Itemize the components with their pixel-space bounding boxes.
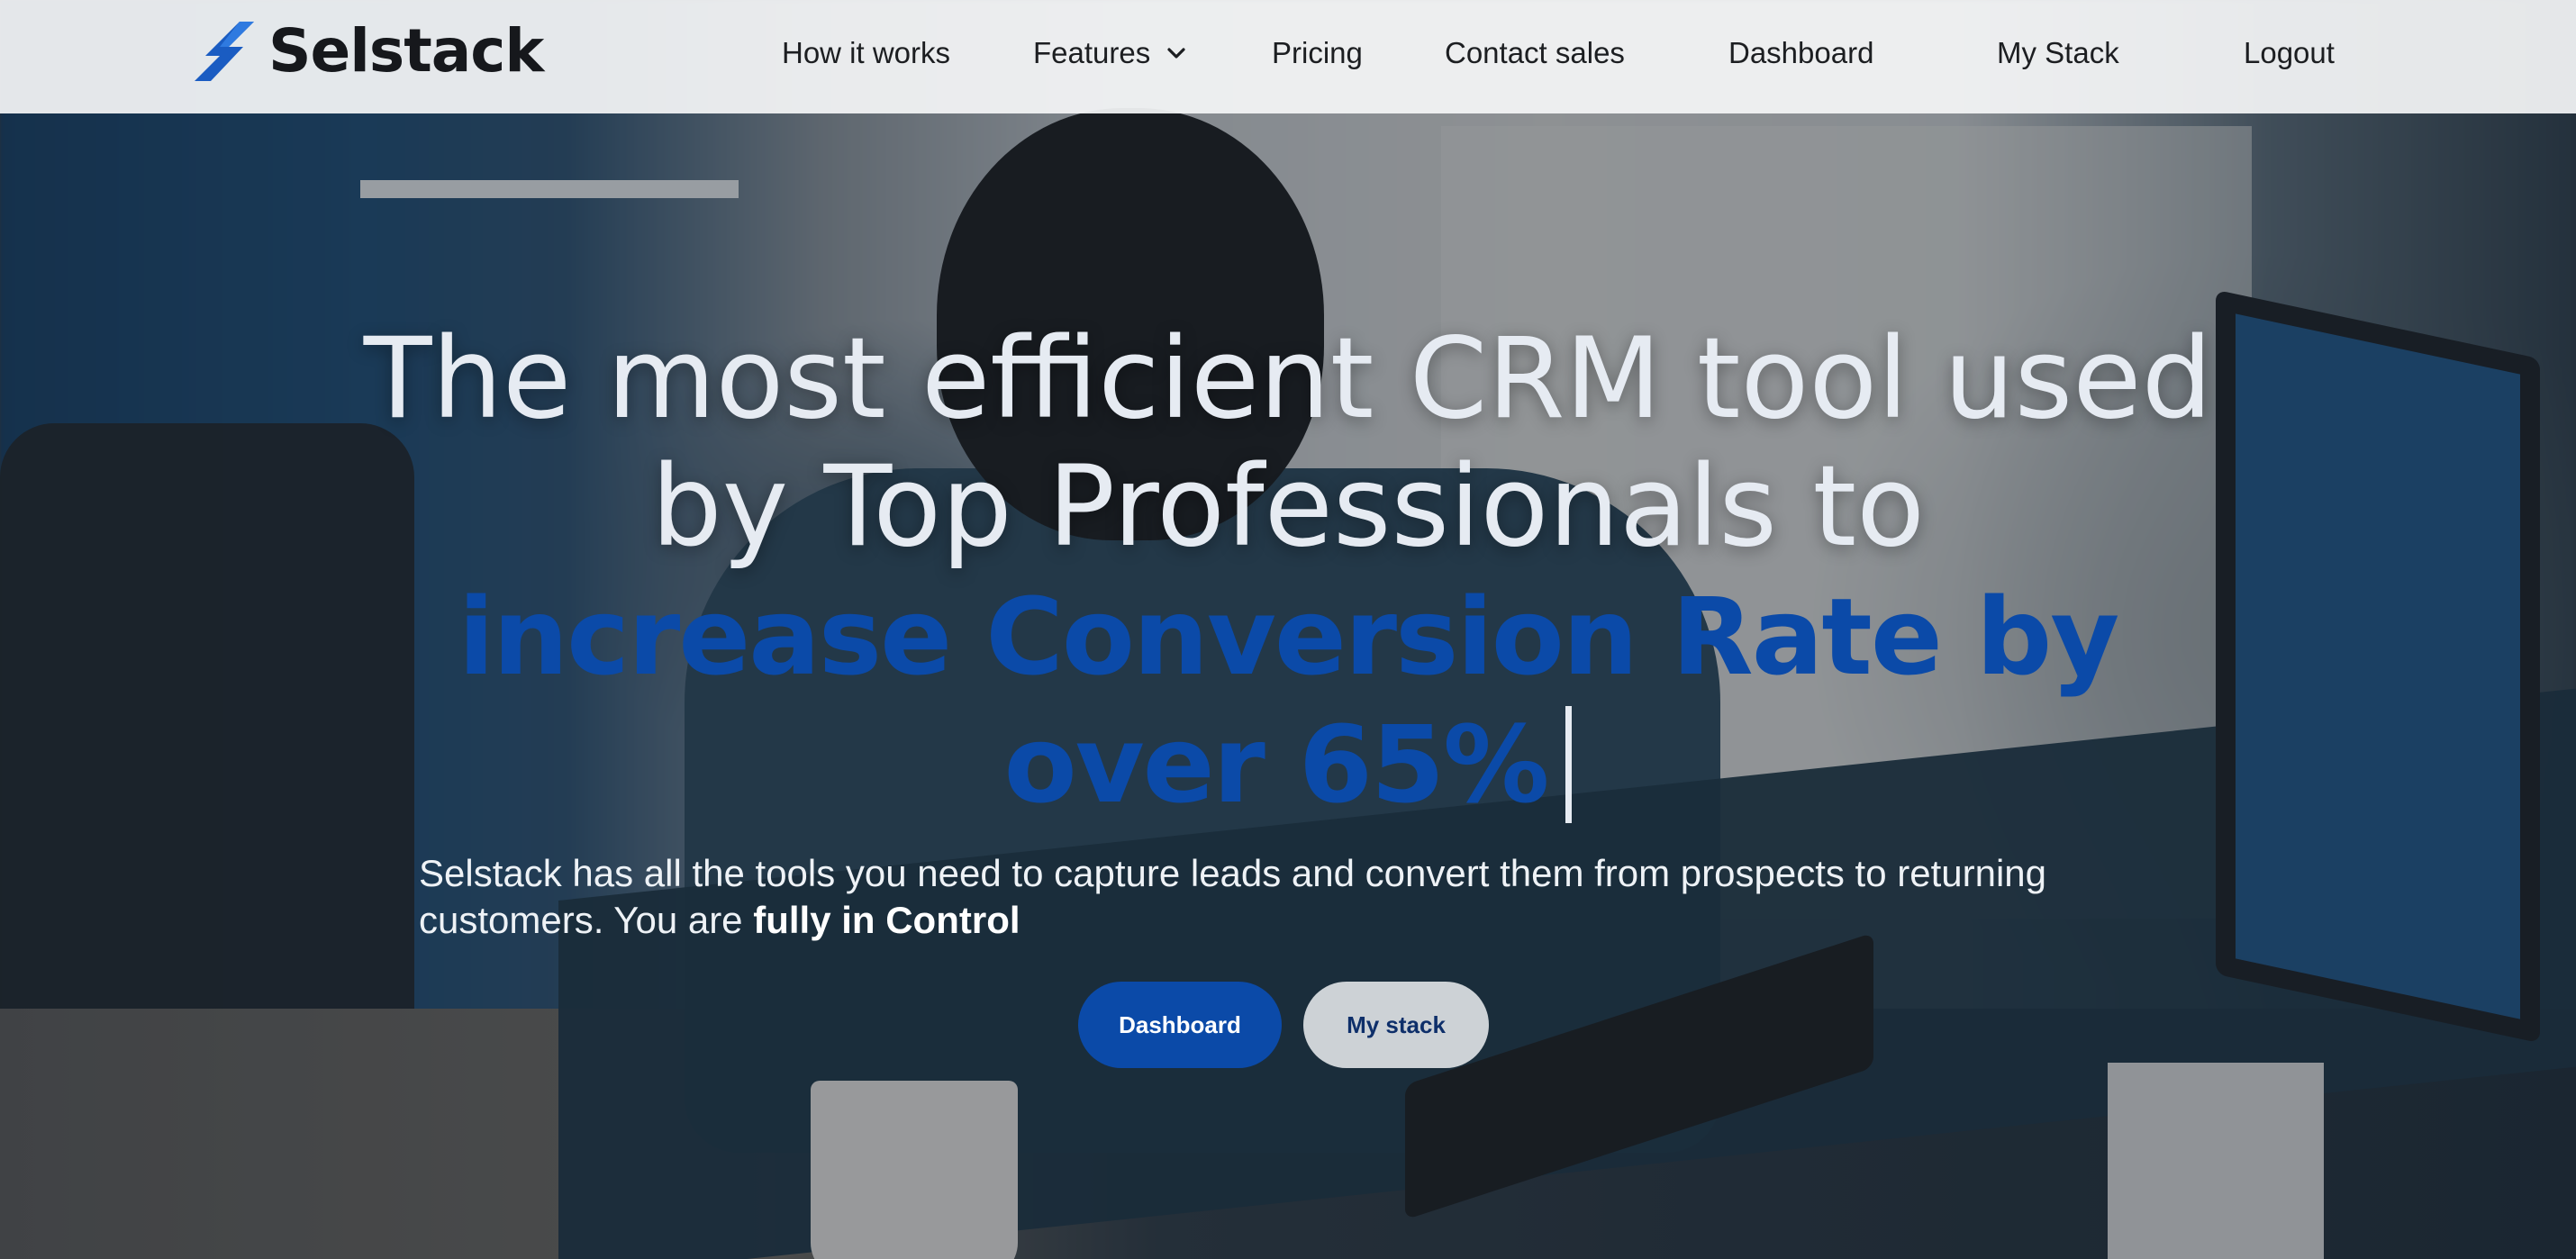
nav-dashboard[interactable]: Dashboard: [1728, 36, 1873, 70]
typing-caret: [1565, 706, 1573, 823]
hero-title: The most efficient CRM tool used by Top …: [297, 315, 2279, 571]
hero-subtitle-emphasis: fully in Control: [753, 899, 1020, 941]
hero-subtitle-text: Selstack has all the tools you need to c…: [419, 852, 2047, 941]
nav-pricing[interactable]: Pricing: [1272, 36, 1363, 70]
selstack-logo-icon: [195, 21, 254, 81]
nav-my-stack[interactable]: My Stack: [1997, 36, 2119, 70]
hero-accent-line-1: increase Conversion Rate by: [458, 575, 2120, 699]
hero-title-line-1: The most efficient CRM tool used: [363, 314, 2213, 444]
hero-subtitle: Selstack has all the tools you need to c…: [419, 850, 2184, 944]
hero-accent-line-2: over 65%: [1003, 702, 1550, 827]
hero-accent-headline: increase Conversion Rate by over 65%: [297, 573, 2279, 829]
nav-contact-sales[interactable]: Contact sales: [1445, 36, 1625, 70]
top-navbar: Selstack How it works Features Pricing C…: [0, 0, 2576, 113]
nav-features-label: Features: [1033, 36, 1151, 69]
nav-how-it-works[interactable]: How it works: [782, 36, 950, 70]
dashboard-button[interactable]: Dashboard: [1078, 982, 1282, 1068]
brand-name: Selstack: [268, 16, 544, 86]
nav-features[interactable]: Features: [1033, 36, 1186, 70]
my-stack-button[interactable]: My stack: [1303, 982, 1489, 1068]
brand-logo[interactable]: Selstack: [193, 16, 544, 86]
nav-logout[interactable]: Logout: [2244, 36, 2335, 70]
chevron-down-icon: [1167, 48, 1185, 59]
hero-title-line-2: by Top Professionals to: [651, 442, 1925, 572]
